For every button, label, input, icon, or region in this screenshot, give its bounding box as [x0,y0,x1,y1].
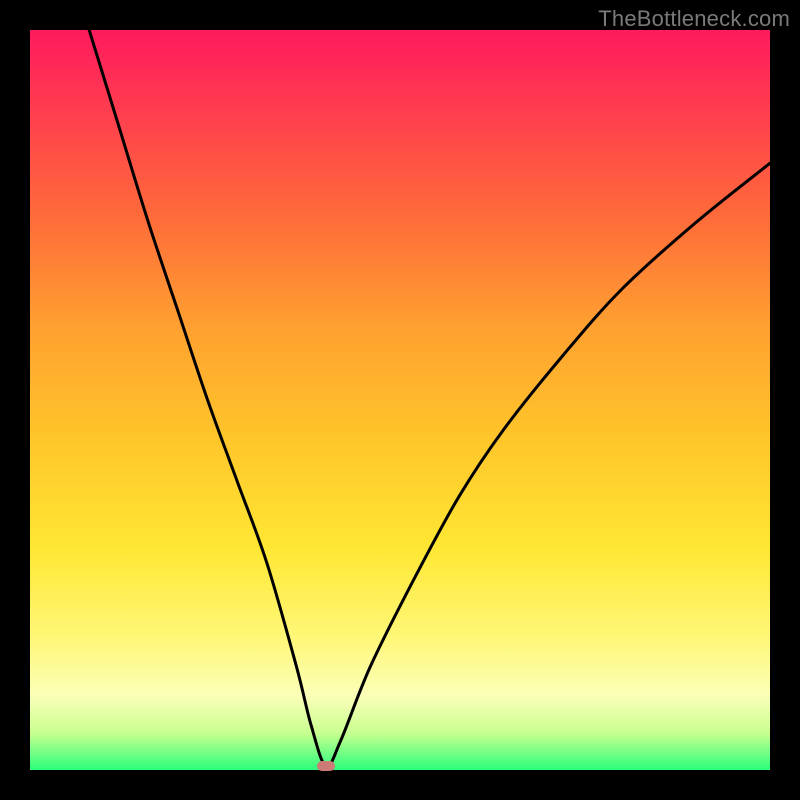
plot-area [30,30,770,770]
watermark-text: TheBottleneck.com [598,6,790,32]
minimum-marker [317,761,335,771]
bottleneck-curve [30,30,770,770]
chart-frame: TheBottleneck.com [0,0,800,800]
